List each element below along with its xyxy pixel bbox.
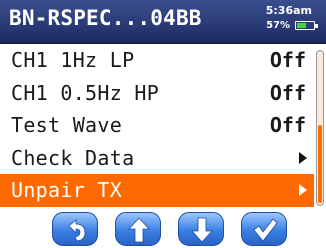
device-screen: BN-RSPEC...04BB 5:36am 57% CH1 1Hz LP Of… (0, 0, 326, 248)
menu-item-label: Check Data (11, 145, 135, 170)
battery-percent: 57% (266, 20, 290, 31)
title-bar: BN-RSPEC...04BB 5:36am 57% (0, 0, 326, 44)
battery-tip (315, 24, 318, 28)
clock: 5:36am (265, 4, 312, 17)
menu-item-label: CH1 1Hz LP (11, 48, 135, 72)
back-button[interactable] (52, 212, 98, 246)
chevron-right-icon (299, 151, 307, 164)
menu-item-value: Off (269, 48, 306, 72)
checkmark-icon (253, 218, 278, 242)
menu-item-ch1-1hz-lp[interactable]: CH1 1Hz LP Off (0, 44, 314, 77)
back-arrow-icon (68, 219, 86, 242)
menu-item-check-data[interactable]: Check Data (0, 142, 314, 175)
device-title: BN-RSPEC...04BB (9, 6, 202, 30)
menu-item-ch1-05hz-hp[interactable]: CH1 0.5Hz HP Off (0, 77, 314, 110)
menu-item-test-wave[interactable]: Test Wave Off (0, 109, 314, 142)
settings-menu: CH1 1Hz LP Off CH1 0.5Hz HP Off Test Wav… (0, 44, 314, 207)
down-button[interactable] (178, 212, 224, 246)
confirm-button[interactable] (241, 212, 287, 246)
chevron-right-icon (299, 184, 307, 196)
menu-item-label: Unpair TX (11, 178, 123, 202)
softkey-bar (0, 210, 326, 248)
battery-icon (295, 21, 315, 30)
menu-item-value: Off (269, 113, 306, 137)
menu-item-label: CH1 0.5Hz HP (11, 80, 160, 105)
up-button[interactable] (115, 212, 161, 246)
down-arrow-icon (191, 217, 213, 243)
menu-item-unpair-tx[interactable]: Unpair TX (0, 174, 314, 207)
menu-scrollbar[interactable] (316, 50, 324, 206)
menu-item-label: Test Wave (11, 113, 123, 137)
up-arrow-icon (128, 217, 150, 243)
scrollbar-thumb[interactable] (318, 125, 322, 203)
battery-level-fill (297, 23, 306, 28)
menu-item-value: Off (269, 80, 306, 105)
